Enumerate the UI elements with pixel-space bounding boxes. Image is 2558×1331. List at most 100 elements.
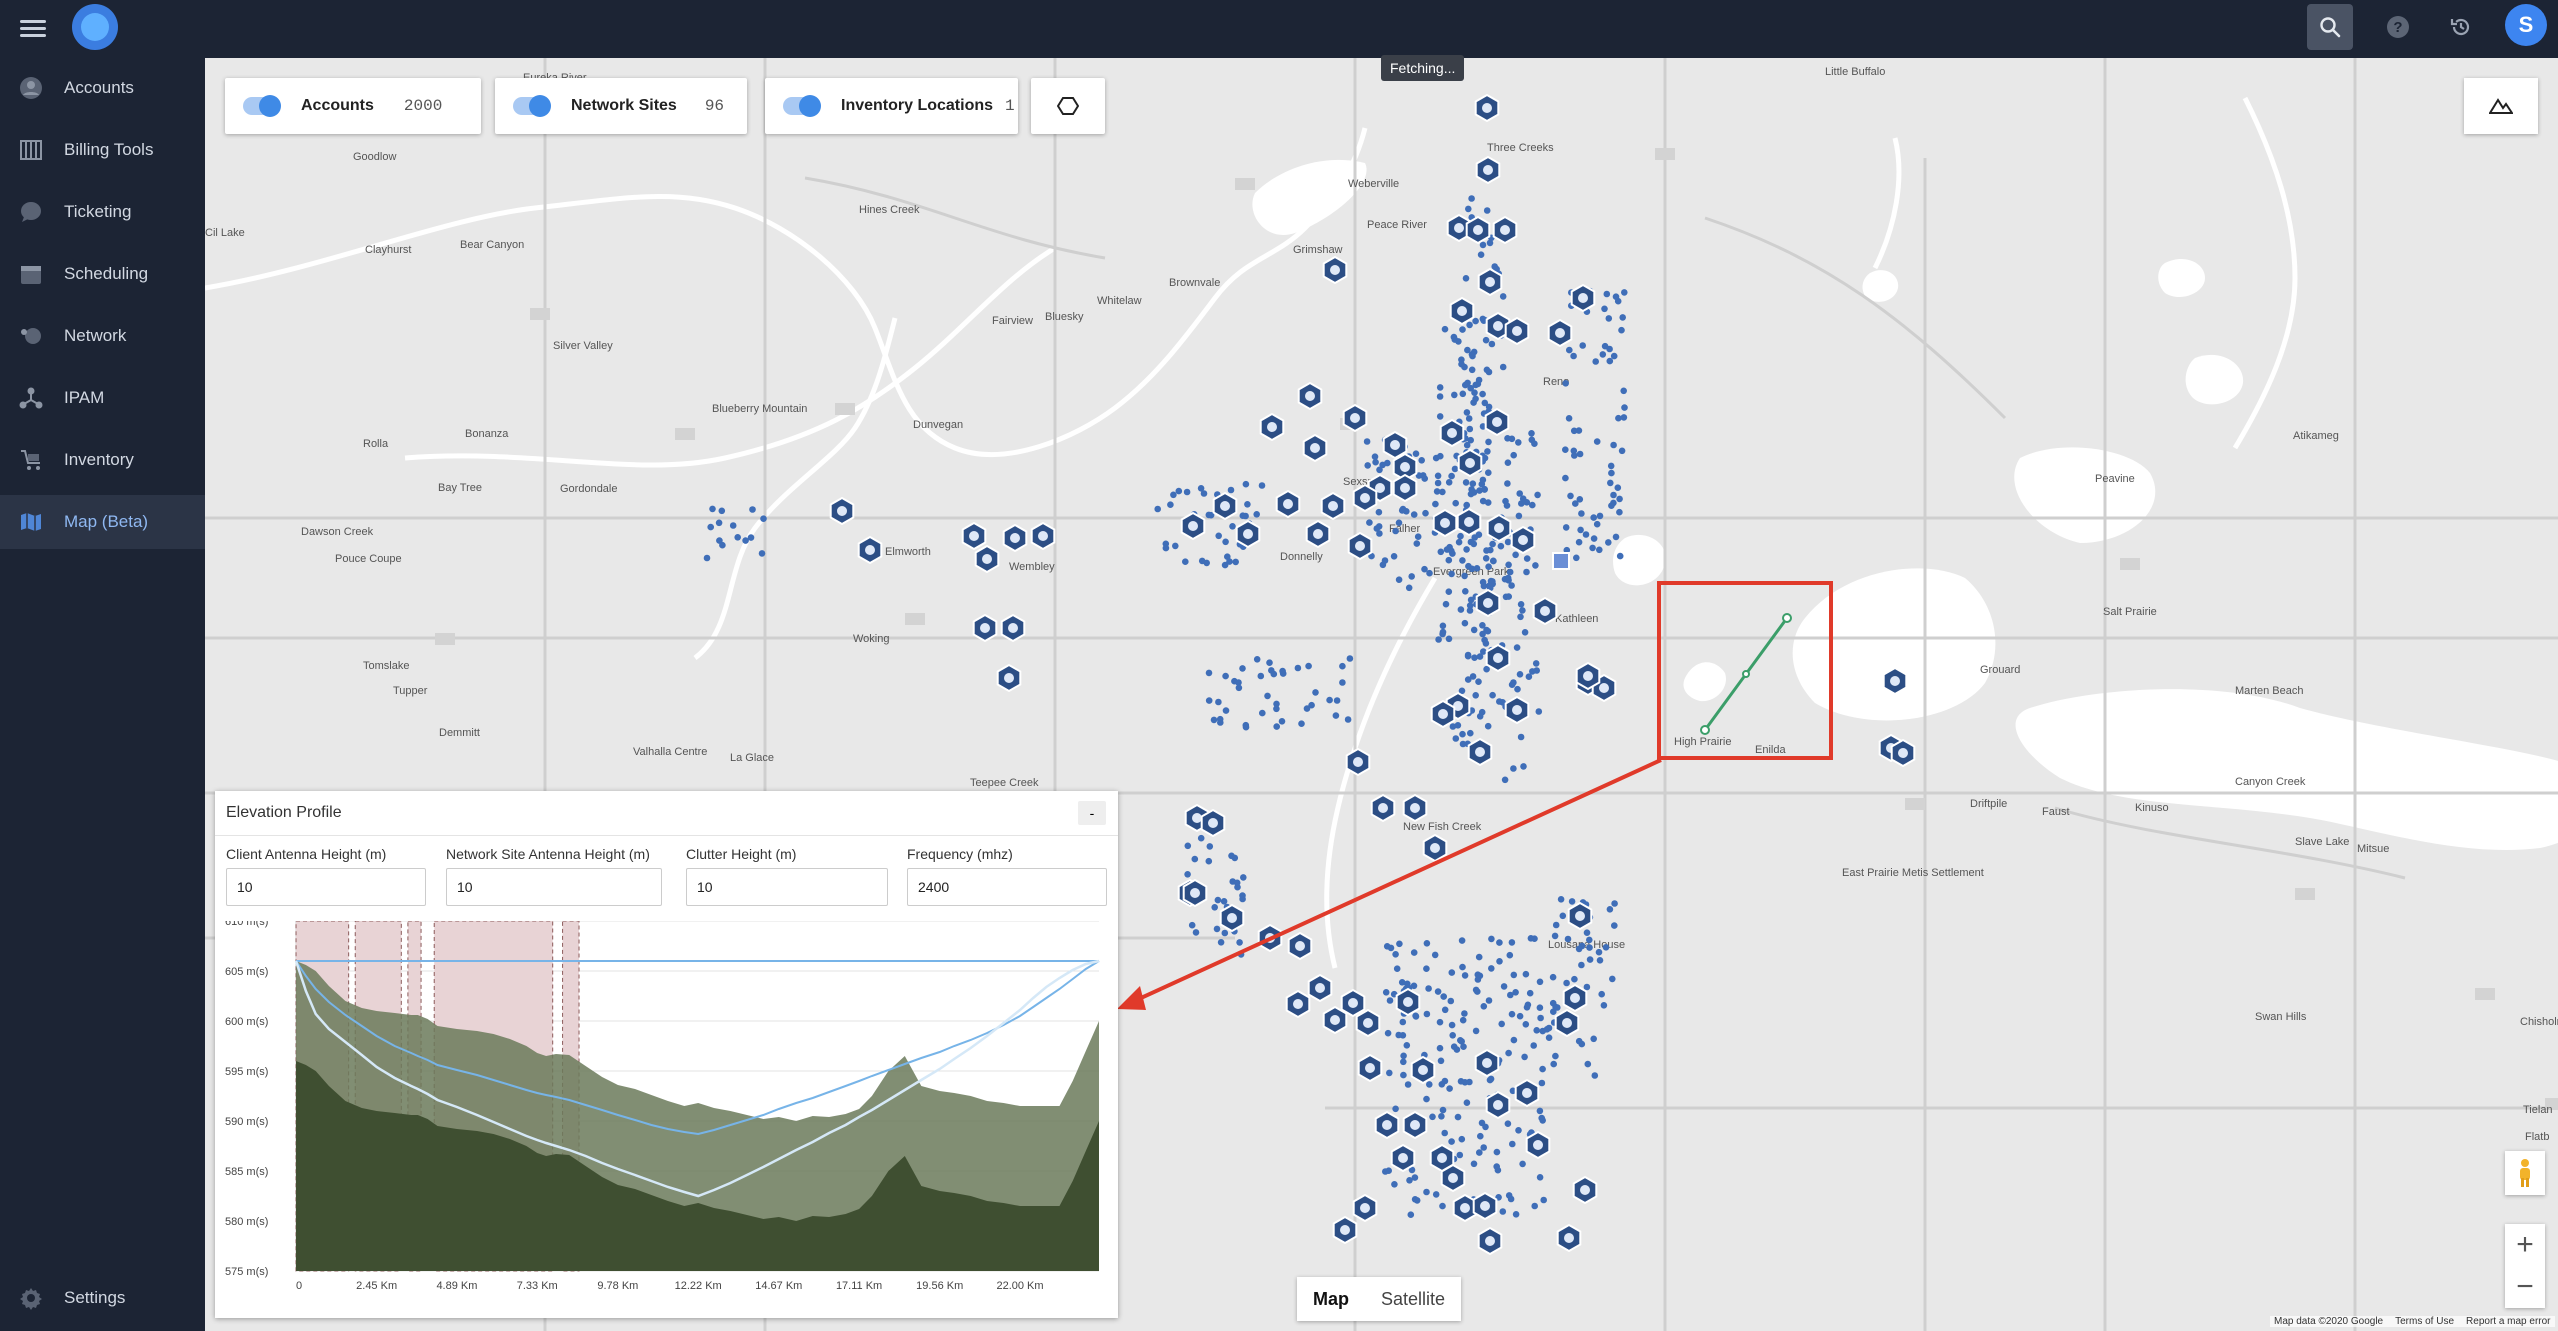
account-marker[interactable] <box>1456 1151 1464 1159</box>
account-marker[interactable] <box>1418 457 1425 464</box>
account-marker[interactable] <box>1607 462 1615 470</box>
network-site-marker[interactable] <box>1200 808 1226 838</box>
account-marker[interactable] <box>1596 957 1604 964</box>
account-marker[interactable] <box>1575 538 1583 546</box>
account-marker[interactable] <box>1439 488 1446 496</box>
account-marker[interactable] <box>1485 997 1493 1004</box>
account-marker[interactable] <box>1395 576 1403 583</box>
account-marker[interactable] <box>1436 393 1444 400</box>
account-marker[interactable] <box>1589 544 1596 552</box>
network-site-marker[interactable] <box>1345 747 1371 777</box>
account-marker[interactable] <box>1570 427 1578 435</box>
account-marker[interactable] <box>1538 1079 1546 1087</box>
account-marker[interactable] <box>1172 542 1179 550</box>
account-marker[interactable] <box>1441 325 1449 333</box>
account-marker[interactable] <box>1497 542 1505 550</box>
account-marker[interactable] <box>1506 568 1514 576</box>
network-site-marker[interactable] <box>1347 531 1373 561</box>
account-marker[interactable] <box>1566 346 1573 354</box>
account-marker[interactable] <box>1235 684 1243 692</box>
account-marker[interactable] <box>1562 474 1569 482</box>
account-marker[interactable] <box>1395 519 1403 527</box>
account-marker[interactable] <box>1439 622 1447 630</box>
sidebar-item-ipam[interactable]: IPAM <box>0 371 205 425</box>
account-marker[interactable] <box>1188 921 1196 929</box>
account-marker[interactable] <box>1557 896 1565 903</box>
account-marker[interactable] <box>1470 1160 1478 1168</box>
account-marker[interactable] <box>1253 511 1260 518</box>
account-marker[interactable] <box>1458 937 1466 944</box>
account-marker[interactable] <box>1461 572 1468 580</box>
accounts-layer-toggle[interactable] <box>243 95 281 117</box>
account-marker[interactable] <box>1467 729 1474 737</box>
account-marker[interactable] <box>1410 982 1418 990</box>
account-marker[interactable] <box>1393 965 1401 972</box>
account-marker[interactable] <box>1481 454 1489 462</box>
inventory-locations-layer-toggle[interactable] <box>783 95 821 117</box>
account-marker[interactable] <box>1486 239 1494 247</box>
account-marker[interactable] <box>1590 535 1598 542</box>
account-marker[interactable] <box>1593 438 1601 445</box>
account-marker[interactable] <box>1505 561 1512 569</box>
report-error-link[interactable]: Report a map error <box>2466 1316 2550 1327</box>
account-marker[interactable] <box>1257 672 1265 680</box>
account-marker[interactable] <box>1448 1021 1456 1029</box>
account-marker[interactable] <box>1484 448 1491 455</box>
account-marker[interactable] <box>1578 510 1585 517</box>
account-marker[interactable] <box>1386 997 1394 1004</box>
account-marker[interactable] <box>742 537 749 544</box>
account-marker[interactable] <box>1303 705 1311 712</box>
account-marker[interactable] <box>749 506 756 513</box>
account-marker[interactable] <box>1489 691 1496 699</box>
account-marker[interactable] <box>718 507 726 515</box>
account-marker[interactable] <box>1253 656 1261 663</box>
network-site-marker[interactable] <box>1030 521 1056 551</box>
network-site-marker[interactable] <box>1395 987 1421 1017</box>
account-marker[interactable] <box>1439 628 1447 636</box>
account-marker[interactable] <box>1603 290 1611 298</box>
account-marker[interactable] <box>1468 195 1475 202</box>
account-marker[interactable] <box>1563 979 1570 987</box>
account-marker[interactable] <box>1545 1034 1553 1041</box>
account-marker[interactable] <box>1571 452 1578 459</box>
account-marker[interactable] <box>1578 961 1585 969</box>
network-site-marker[interactable] <box>1567 901 1593 931</box>
network-site-marker[interactable] <box>1002 523 1028 553</box>
account-marker[interactable] <box>1391 1181 1398 1188</box>
network-site-marker[interactable] <box>974 544 1000 574</box>
network-site-marker[interactable] <box>1474 1048 1500 1078</box>
account-marker[interactable] <box>1203 559 1210 567</box>
account-marker[interactable] <box>1466 602 1474 609</box>
account-marker[interactable] <box>1464 652 1472 660</box>
account-marker[interactable] <box>1618 447 1626 455</box>
network-site-marker[interactable] <box>1475 155 1501 185</box>
account-marker[interactable] <box>1590 514 1597 521</box>
account-marker[interactable] <box>734 534 741 541</box>
account-marker[interactable] <box>1618 326 1625 334</box>
account-marker[interactable] <box>1451 465 1459 473</box>
account-marker[interactable] <box>1229 523 1236 530</box>
account-marker[interactable] <box>1460 1043 1467 1050</box>
account-marker[interactable] <box>1396 940 1403 948</box>
network-site-marker[interactable] <box>1556 1223 1582 1253</box>
account-marker[interactable] <box>1423 1095 1430 1103</box>
account-marker[interactable] <box>1244 501 1251 508</box>
account-marker[interactable] <box>1519 1160 1526 1168</box>
account-marker[interactable] <box>1465 415 1473 422</box>
network-site-marker[interactable] <box>1562 983 1588 1013</box>
account-marker[interactable] <box>1608 469 1615 477</box>
account-marker[interactable] <box>1488 965 1495 972</box>
account-marker[interactable] <box>1453 1046 1461 1053</box>
account-marker[interactable] <box>1227 486 1235 494</box>
account-marker[interactable] <box>1496 939 1503 946</box>
account-marker[interactable] <box>1571 975 1578 983</box>
account-marker[interactable] <box>1206 843 1214 850</box>
account-marker[interactable] <box>1619 314 1626 321</box>
account-marker[interactable] <box>1437 1057 1445 1065</box>
network-site-marker[interactable] <box>1525 1130 1551 1160</box>
account-marker[interactable] <box>1298 720 1305 727</box>
account-marker[interactable] <box>1499 1208 1507 1215</box>
account-marker[interactable] <box>1499 293 1507 300</box>
search-icon[interactable] <box>2307 4 2353 50</box>
account-marker[interactable] <box>1459 740 1467 748</box>
